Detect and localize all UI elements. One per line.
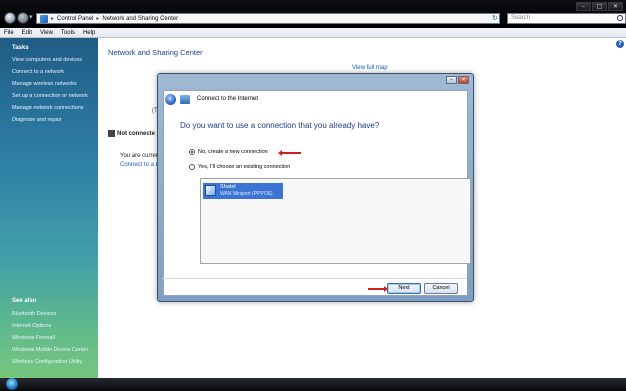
dialog-title: Connect to the Internet	[197, 96, 259, 102]
option-existing-connection[interactable]: Yes, I'll choose an existing connection	[189, 164, 290, 170]
option-new-connection[interactable]: No, create a new connection	[189, 149, 268, 155]
chevron-right-icon[interactable]: ▸	[96, 15, 99, 22]
window-controls: – □ ✕	[576, 2, 623, 11]
next-button[interactable]: Next	[387, 283, 421, 294]
connection-name: Shatel	[220, 184, 236, 190]
menu-edit[interactable]: Edit	[22, 28, 32, 37]
breadcrumb-network-sharing[interactable]: Network and Sharing Center	[102, 16, 178, 22]
forward-button[interactable]	[17, 12, 29, 24]
menu-view[interactable]: View	[40, 28, 53, 37]
dialog-footer-divider	[162, 278, 467, 279]
recent-pages-icon[interactable]: ▾	[29, 13, 33, 21]
sidebar-item-manage-wireless[interactable]: Manage wireless networks	[12, 81, 77, 87]
menu-help[interactable]: Help	[83, 28, 95, 37]
connect-to-network-link[interactable]: Connect to a n	[120, 162, 159, 168]
not-connected-text: Not connecte	[117, 131, 156, 138]
dialog-window-controls: – ✕	[446, 76, 469, 84]
chevron-right-icon[interactable]: ▸	[51, 15, 54, 22]
sidebar: Tasks View computers and devices Connect…	[0, 38, 98, 378]
sidebar-item-mobile-center[interactable]: Windows Mobile Device Center	[12, 347, 88, 353]
sidebar-item-diagnose[interactable]: Diagnose and repair	[12, 117, 62, 123]
dialup-connection-icon	[205, 185, 216, 196]
minimize-button[interactable]: –	[576, 2, 591, 11]
current-status-text: You are curren	[120, 153, 160, 159]
back-button[interactable]	[4, 12, 16, 24]
dialog-back-button[interactable]: ‹	[165, 94, 176, 105]
see-also-heading: See also	[12, 298, 37, 304]
search-placeholder: Search	[511, 15, 531, 21]
cancel-button[interactable]: Cancel	[424, 283, 458, 294]
menu-bar: File Edit View Tools Help	[0, 28, 626, 38]
help-icon[interactable]: ?	[616, 40, 624, 48]
sidebar-item-bluetooth[interactable]: Bluetooth Devices	[12, 311, 56, 317]
menu-tools[interactable]: Tools	[61, 28, 75, 37]
sidebar-item-manage-connections[interactable]: Manage network connections	[12, 105, 84, 111]
dialog-question: Do you want to use a connection that you…	[180, 121, 380, 130]
sidebar-item-firewall[interactable]: Windows Firewall	[12, 335, 55, 341]
dialog-close-button[interactable]: ✕	[458, 76, 469, 84]
search-icon[interactable]	[617, 15, 623, 21]
sidebar-item-setup-connection[interactable]: Set up a connection or network	[12, 93, 88, 99]
option-new-label[interactable]: No, create a new connection	[198, 149, 268, 155]
radio-existing-connection[interactable]	[189, 164, 195, 170]
breadcrumb-control-panel[interactable]: Control Panel	[57, 16, 93, 22]
taskbar	[0, 378, 626, 391]
connection-type: WAN Miniport (PPPOE)	[220, 191, 273, 197]
sidebar-item-wireless-utility[interactable]: Wireless Configuration Utility	[12, 359, 82, 365]
dialog-minimize-button[interactable]: –	[446, 76, 457, 84]
refresh-icon[interactable]: ↻	[492, 14, 498, 22]
red-arrow-annotation	[278, 150, 301, 156]
network-connection-icon	[180, 95, 190, 104]
close-button[interactable]: ✕	[608, 2, 623, 11]
sidebar-item-internet-options[interactable]: Internet Options	[12, 323, 51, 329]
sidebar-item-connect-network[interactable]: Connect to a network	[12, 69, 64, 75]
start-button[interactable]	[6, 378, 18, 390]
address-bar[interactable]: ▸ Control Panel ▸ Network and Sharing Ce…	[36, 13, 500, 24]
window-titlebar: ▾ ▸ Control Panel ▸ Network and Sharing …	[0, 0, 626, 28]
page-title: Network and Sharing Center	[108, 48, 203, 57]
search-input[interactable]: Search	[507, 13, 626, 24]
not-connected-label: Not connecte	[108, 130, 155, 137]
red-arrow-annotation	[368, 286, 388, 292]
control-panel-icon	[40, 14, 48, 23]
maximize-button[interactable]: □	[592, 2, 607, 11]
menu-file[interactable]: File	[4, 28, 14, 37]
network-status-icon	[108, 130, 115, 137]
view-full-map-link[interactable]: View full map	[352, 65, 388, 71]
sidebar-item-view-computers[interactable]: View computers and devices	[12, 57, 82, 63]
tasks-heading: Tasks	[12, 45, 29, 51]
option-existing-label[interactable]: Yes, I'll choose an existing connection	[198, 164, 290, 170]
radio-new-connection[interactable]	[189, 149, 195, 155]
